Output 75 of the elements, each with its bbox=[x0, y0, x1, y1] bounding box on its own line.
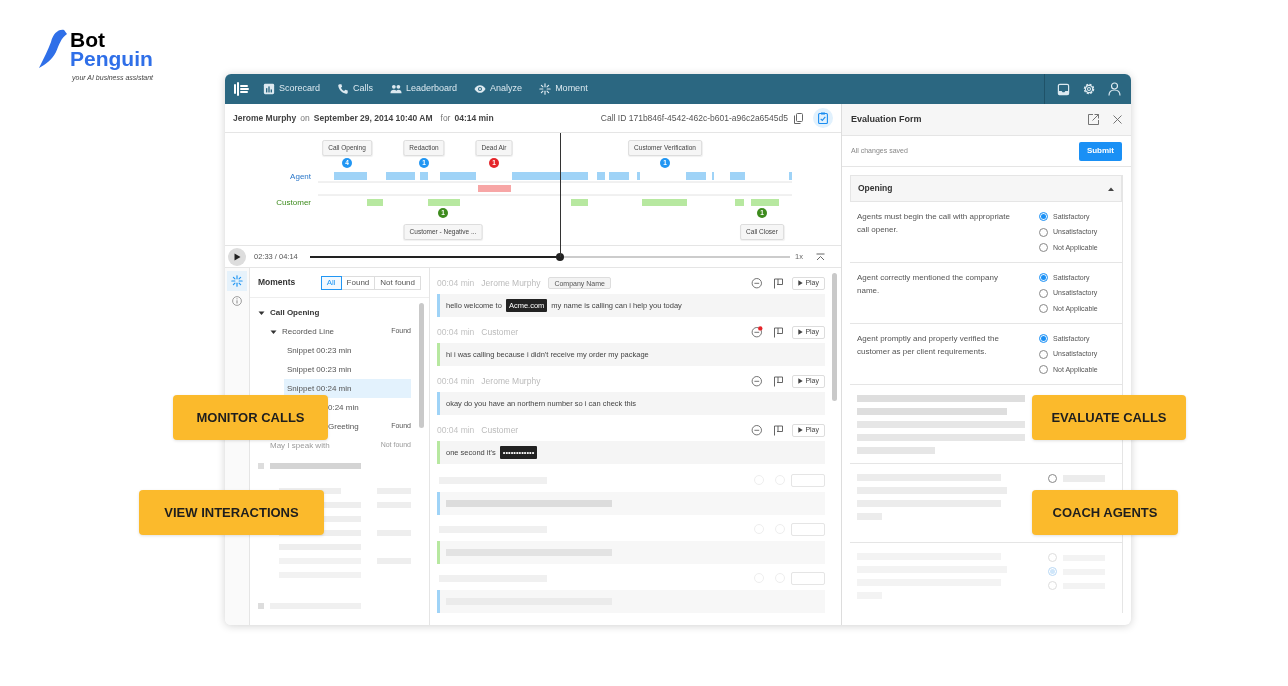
section-header[interactable]: Opening bbox=[850, 175, 1122, 202]
nav-tab[interactable]: Scorecard bbox=[263, 82, 321, 96]
settings-icon[interactable] bbox=[1082, 82, 1096, 96]
inbox-icon[interactable] bbox=[1057, 82, 1070, 96]
caret-icon[interactable] bbox=[270, 328, 277, 335]
skeleton-bar bbox=[258, 602, 264, 609]
tree-item[interactable]: Snippet 00:24 min bbox=[284, 379, 411, 398]
callout-label: MONITOR CALLS bbox=[173, 395, 328, 440]
flag-icon[interactable] bbox=[773, 424, 785, 436]
app-logo-icon[interactable] bbox=[233, 81, 249, 97]
question-text: Agent promptly and properly verified the customer as per client requirements. bbox=[857, 333, 1000, 358]
play-icon bbox=[798, 378, 804, 384]
speaker-name: Customer bbox=[481, 325, 519, 339]
speaker-name: Customer bbox=[481, 423, 519, 437]
nav-tab[interactable]: Moment bbox=[539, 82, 588, 96]
tree-item[interactable]: Snippet 00:23 min bbox=[250, 341, 411, 360]
nav-tab[interactable]: Analyze bbox=[474, 82, 523, 96]
emoji-alert-icon[interactable] bbox=[751, 326, 764, 338]
brand-name: Penguin bbox=[70, 49, 153, 68]
skeleton-bar bbox=[258, 462, 264, 469]
callout-label: COACH AGENTS bbox=[1032, 490, 1178, 535]
clipboard-check-icon bbox=[818, 112, 828, 124]
call-id: Call ID 171b846f-4542-462c-b601-a96c2a6545d5 bbox=[600, 111, 788, 125]
play-icon bbox=[798, 280, 804, 286]
track-label: Customer bbox=[276, 197, 311, 209]
play-button[interactable] bbox=[228, 248, 246, 266]
call-date: September 29, 2014 10:40 AM bbox=[313, 111, 433, 125]
external-link-icon[interactable] bbox=[1088, 114, 1099, 125]
collapse-icon[interactable] bbox=[815, 253, 825, 261]
question-text: Agents must begin the call with appropriate call opener. bbox=[857, 211, 1011, 236]
evaluation-toggle-button[interactable] bbox=[813, 108, 833, 128]
filter-tab[interactable]: Not found bbox=[374, 275, 421, 290]
agent-name: Jerome Murphy bbox=[233, 111, 297, 125]
eye-icon bbox=[474, 83, 487, 95]
speaker-name: Jerome Murphy bbox=[481, 374, 541, 388]
sparkle-icon bbox=[231, 275, 243, 287]
filter-tab[interactable]: Found bbox=[340, 275, 376, 290]
panel-title: Evaluation Form bbox=[851, 112, 922, 126]
caret-icon[interactable] bbox=[258, 309, 265, 316]
tree-item[interactable]: Call Opening bbox=[250, 303, 411, 322]
copy-icon[interactable] bbox=[794, 112, 803, 124]
flag-icon[interactable] bbox=[773, 375, 785, 387]
bar-chart-icon bbox=[263, 83, 275, 95]
emoji-icon[interactable] bbox=[751, 424, 764, 436]
play-icon bbox=[798, 427, 804, 433]
emoji-icon[interactable] bbox=[751, 375, 764, 387]
speaker-name: Jerome Murphy bbox=[481, 276, 541, 290]
nav-tab[interactable]: Leaderboard bbox=[390, 82, 458, 96]
tree-item[interactable]: 0:24 min bbox=[328, 398, 411, 417]
track-label: Agent bbox=[290, 171, 311, 183]
play-icon bbox=[798, 329, 804, 335]
tree-item[interactable]: Snippet 00:23 min bbox=[250, 360, 411, 379]
flag-icon[interactable] bbox=[773, 277, 785, 289]
penguin-logo-icon bbox=[38, 28, 68, 70]
scrollbar-thumb[interactable] bbox=[419, 303, 424, 428]
dead-air-bar bbox=[478, 185, 511, 192]
callout-label: EVALUATE CALLS bbox=[1032, 395, 1186, 440]
callout-label: VIEW INTERACTIONS bbox=[139, 490, 324, 535]
nav-tab[interactable]: Calls bbox=[337, 82, 374, 96]
sparkle-icon bbox=[539, 83, 552, 95]
scrollbar-thumb[interactable] bbox=[832, 273, 837, 401]
info-label: on bbox=[300, 111, 310, 125]
call-duration: 04:14 min bbox=[454, 111, 494, 125]
user-icon[interactable] bbox=[1108, 82, 1121, 96]
phone-icon bbox=[337, 83, 350, 95]
play-icon bbox=[233, 253, 241, 261]
info-label: for bbox=[440, 111, 451, 125]
question-text: Agent correctly mentioned the company name. bbox=[857, 272, 999, 297]
panel-title: Moments bbox=[258, 276, 296, 289]
flag-icon[interactable] bbox=[773, 326, 785, 338]
emoji-icon[interactable] bbox=[751, 277, 764, 289]
close-icon[interactable] bbox=[1113, 115, 1122, 124]
brand-name: Bot bbox=[70, 30, 106, 49]
playhead-line[interactable] bbox=[559, 133, 561, 257]
people-icon bbox=[390, 83, 403, 95]
